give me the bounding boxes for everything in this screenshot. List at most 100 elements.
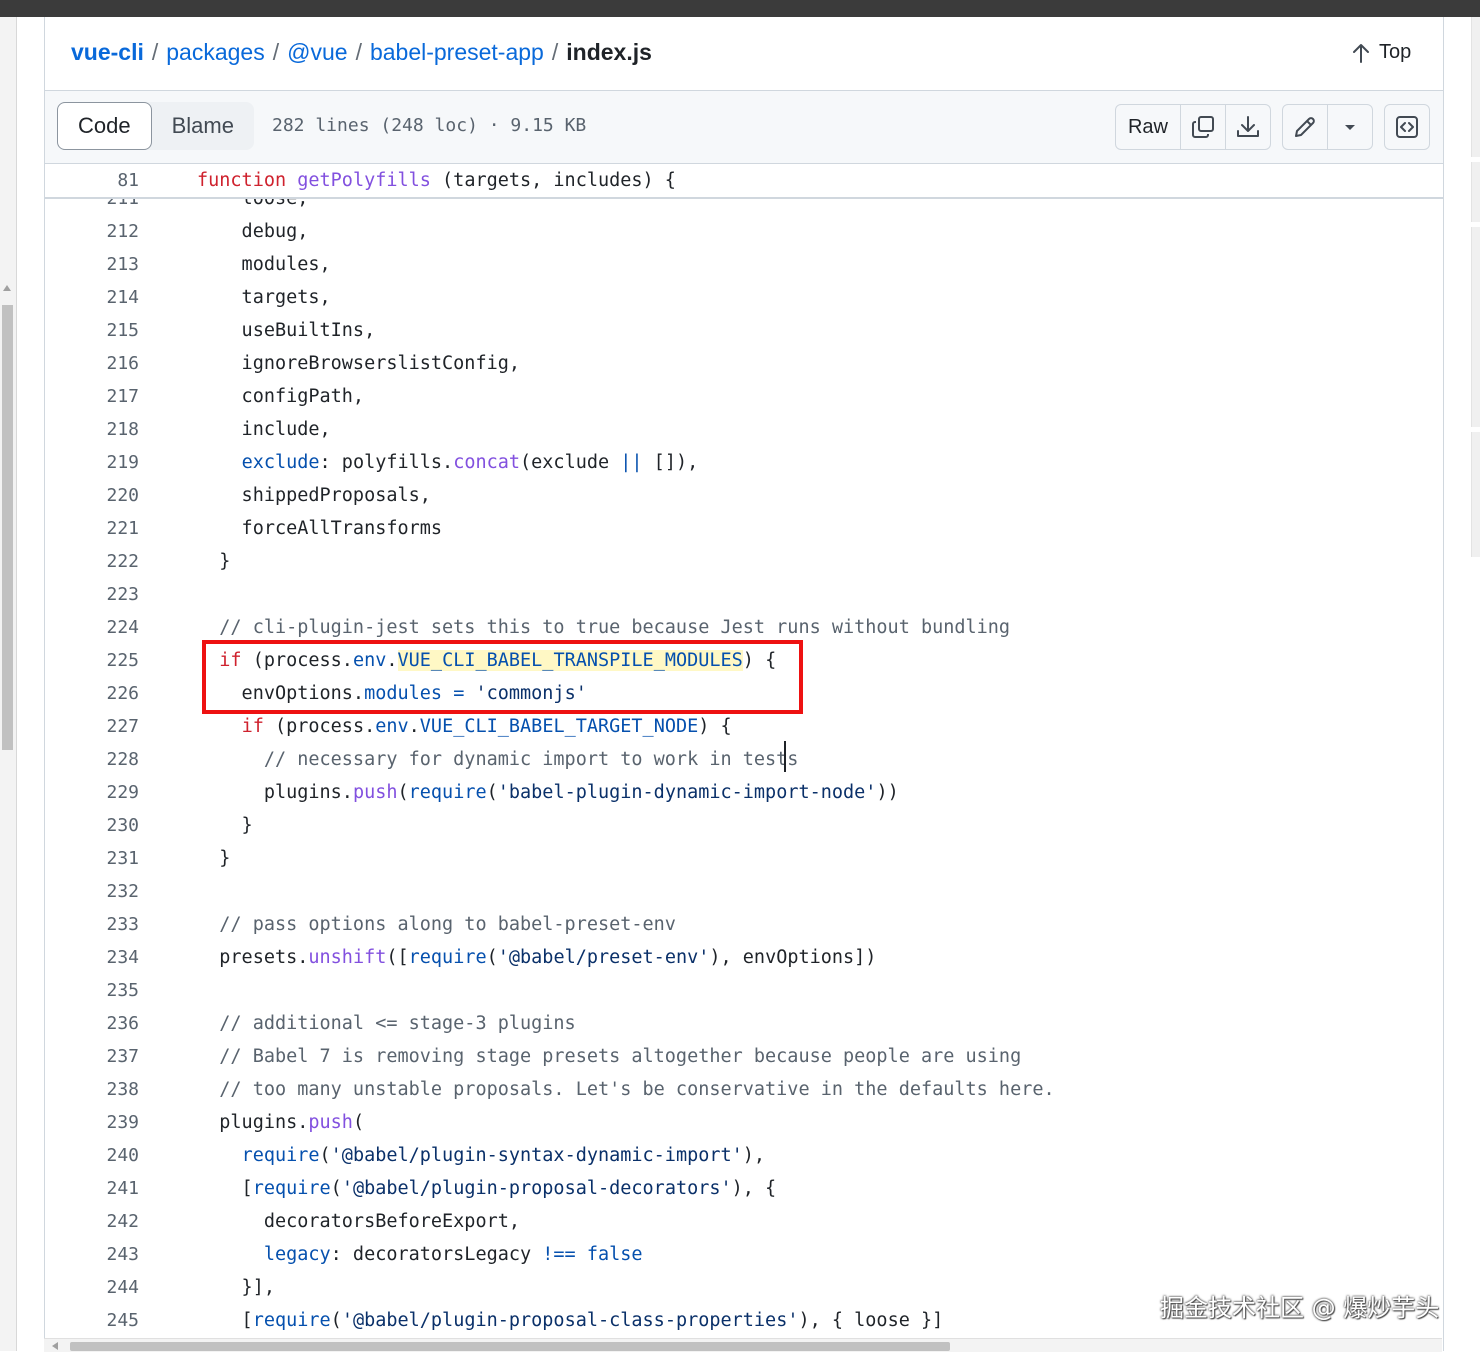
code-line[interactable]: 242 decoratorsBeforeExport, bbox=[45, 1205, 1443, 1238]
edit-button-group bbox=[1282, 104, 1373, 150]
code-line[interactable]: 228 // necessary for dynamic import to w… bbox=[45, 743, 1443, 776]
line-number[interactable]: 219 bbox=[45, 446, 139, 479]
code-line[interactable]: 236 // additional <= stage-3 plugins bbox=[45, 1007, 1443, 1040]
line-number[interactable]: 244 bbox=[45, 1271, 139, 1304]
line-number[interactable]: 212 bbox=[45, 215, 139, 248]
code-line[interactable]: 234 presets.unshift([require('@babel/pre… bbox=[45, 941, 1443, 974]
line-number[interactable]: 218 bbox=[45, 413, 139, 446]
tab-code[interactable]: Code bbox=[57, 102, 152, 150]
code-line-text: } bbox=[197, 809, 253, 842]
copy-raw-button[interactable] bbox=[1180, 105, 1225, 149]
line-number[interactable]: 227 bbox=[45, 710, 139, 743]
code-line[interactable]: 222 } bbox=[45, 545, 1443, 578]
code-line[interactable]: 231 } bbox=[45, 842, 1443, 875]
code-line-text: // necessary for dynamic import to work … bbox=[197, 743, 799, 776]
code-line[interactable]: 227 if (process.env.VUE_CLI_BABEL_TARGET… bbox=[45, 710, 1443, 743]
code-line[interactable]: 213 modules, bbox=[45, 248, 1443, 281]
edit-options-dropdown[interactable] bbox=[1327, 105, 1372, 149]
line-number[interactable]: 233 bbox=[45, 908, 139, 941]
line-number[interactable]: 223 bbox=[45, 578, 139, 611]
line-number[interactable]: 242 bbox=[45, 1205, 139, 1238]
code-line[interactable]: 237 // Babel 7 is removing stage presets… bbox=[45, 1040, 1443, 1073]
line-number[interactable]: 243 bbox=[45, 1238, 139, 1271]
line-number[interactable]: 81 bbox=[45, 164, 139, 197]
line-number[interactable]: 241 bbox=[45, 1172, 139, 1205]
download-icon bbox=[1237, 116, 1259, 137]
line-number[interactable]: 226 bbox=[45, 677, 139, 710]
code-token: plugins. bbox=[197, 1112, 309, 1133]
breadcrumb-link-babel-preset-app[interactable]: babel-preset-app bbox=[370, 39, 544, 65]
line-number[interactable]: 213 bbox=[45, 248, 139, 281]
symbols-panel-button[interactable] bbox=[1385, 105, 1429, 149]
line-number[interactable]: 220 bbox=[45, 479, 139, 512]
code-line[interactable]: 218 include, bbox=[45, 413, 1443, 446]
line-number[interactable]: 238 bbox=[45, 1073, 139, 1106]
code-line[interactable]: 219 exclude: polyfills.concat(exclude ||… bbox=[45, 446, 1443, 479]
code-line[interactable]: 220 shippedProposals, bbox=[45, 479, 1443, 512]
code-line[interactable]: 221 forceAllTransforms bbox=[45, 512, 1443, 545]
gutter-bar bbox=[1471, 162, 1480, 222]
line-number[interactable]: 239 bbox=[45, 1106, 139, 1139]
line-number[interactable]: 231 bbox=[45, 842, 139, 875]
line-number[interactable]: 224 bbox=[45, 611, 139, 644]
code-line[interactable]: 238 // too many unstable proposals. Let'… bbox=[45, 1073, 1443, 1106]
horizontal-scrollbar[interactable] bbox=[44, 1338, 1442, 1352]
line-number[interactable]: 230 bbox=[45, 809, 139, 842]
line-number[interactable]: 217 bbox=[45, 380, 139, 413]
sticky-function-header[interactable]: 81 function getPolyfills (targets, inclu… bbox=[45, 164, 1443, 199]
code-line[interactable]: 235 bbox=[45, 974, 1443, 1007]
code-line[interactable]: 214 targets, bbox=[45, 281, 1443, 314]
line-number[interactable]: 216 bbox=[45, 347, 139, 380]
arrow-up-icon bbox=[1353, 43, 1369, 63]
page-scrollbar[interactable] bbox=[0, 17, 17, 1351]
line-number[interactable]: 221 bbox=[45, 512, 139, 545]
code-line[interactable]: 241 [require('@babel/plugin-proposal-dec… bbox=[45, 1172, 1443, 1205]
line-number[interactable]: 214 bbox=[45, 281, 139, 314]
scroll-left-arrow-icon[interactable] bbox=[52, 1342, 58, 1350]
code-line[interactable]: 212 debug, bbox=[45, 215, 1443, 248]
code-line[interactable]: 223 bbox=[45, 578, 1443, 611]
scroll-up-arrow-icon[interactable] bbox=[3, 285, 11, 291]
breadcrumb-link-vue[interactable]: @vue bbox=[287, 39, 347, 65]
code-line[interactable]: 239 plugins.push( bbox=[45, 1106, 1443, 1139]
line-number[interactable]: 222 bbox=[45, 545, 139, 578]
line-number[interactable]: 225 bbox=[45, 644, 139, 677]
code-line[interactable]: 233 // pass options along to babel-prese… bbox=[45, 908, 1443, 941]
code-line[interactable]: 240 require('@babel/plugin-syntax-dynami… bbox=[45, 1139, 1443, 1172]
code-line[interactable]: 243 legacy: decoratorsLegacy !== false bbox=[45, 1238, 1443, 1271]
code-token: decoratorsBeforeExport, bbox=[197, 1211, 521, 1232]
line-number[interactable]: 245 bbox=[45, 1304, 139, 1337]
code-line[interactable]: 232 bbox=[45, 875, 1443, 908]
top-button[interactable]: Top bbox=[1351, 41, 1411, 64]
line-number[interactable]: 237 bbox=[45, 1040, 139, 1073]
line-number[interactable]: 215 bbox=[45, 314, 139, 347]
code-token: push bbox=[352, 782, 398, 803]
download-raw-button[interactable] bbox=[1225, 105, 1270, 149]
line-number[interactable]: 234 bbox=[45, 941, 139, 974]
edit-file-button[interactable] bbox=[1283, 105, 1327, 149]
horizontal-scrollbar-thumb[interactable] bbox=[70, 1342, 950, 1351]
raw-button[interactable]: Raw bbox=[1116, 105, 1180, 149]
code-line-text: function getPolyfills (targets, includes… bbox=[197, 164, 676, 197]
code-line[interactable]: 230 } bbox=[45, 809, 1443, 842]
code-listing[interactable]: 211 loose, 212 debug, 213 modules, 214 targ… bbox=[45, 194, 1443, 1351]
line-number[interactable]: 240 bbox=[45, 1139, 139, 1172]
code-line[interactable]: 229 plugins.push(require('babel-plugin-d… bbox=[45, 776, 1443, 809]
page-scrollbar-thumb[interactable] bbox=[2, 305, 13, 750]
line-number[interactable]: 228 bbox=[45, 743, 139, 776]
code-line-text: presets.unshift([require('@babel/preset-… bbox=[197, 941, 876, 974]
code-line[interactable]: 215 useBuiltIns, bbox=[45, 314, 1443, 347]
breadcrumb-repo-link[interactable]: vue-cli bbox=[71, 39, 144, 65]
line-number[interactable]: 229 bbox=[45, 776, 139, 809]
breadcrumb-link-packages[interactable]: packages bbox=[166, 39, 264, 65]
line-number[interactable]: 236 bbox=[45, 1007, 139, 1040]
code-line[interactable]: 216 ignoreBrowserslistConfig, bbox=[45, 347, 1443, 380]
line-number[interactable]: 235 bbox=[45, 974, 139, 1007]
tab-blame[interactable]: Blame bbox=[152, 102, 254, 150]
code-line[interactable]: 217 configPath, bbox=[45, 380, 1443, 413]
code-token: // necessary for dynamic import to work … bbox=[197, 749, 799, 770]
line-number[interactable]: 232 bbox=[45, 875, 139, 908]
code-token: configPath, bbox=[197, 386, 365, 407]
breadcrumb: vue-cli / packages / @vue / babel-preset-app / i… bbox=[71, 39, 652, 66]
